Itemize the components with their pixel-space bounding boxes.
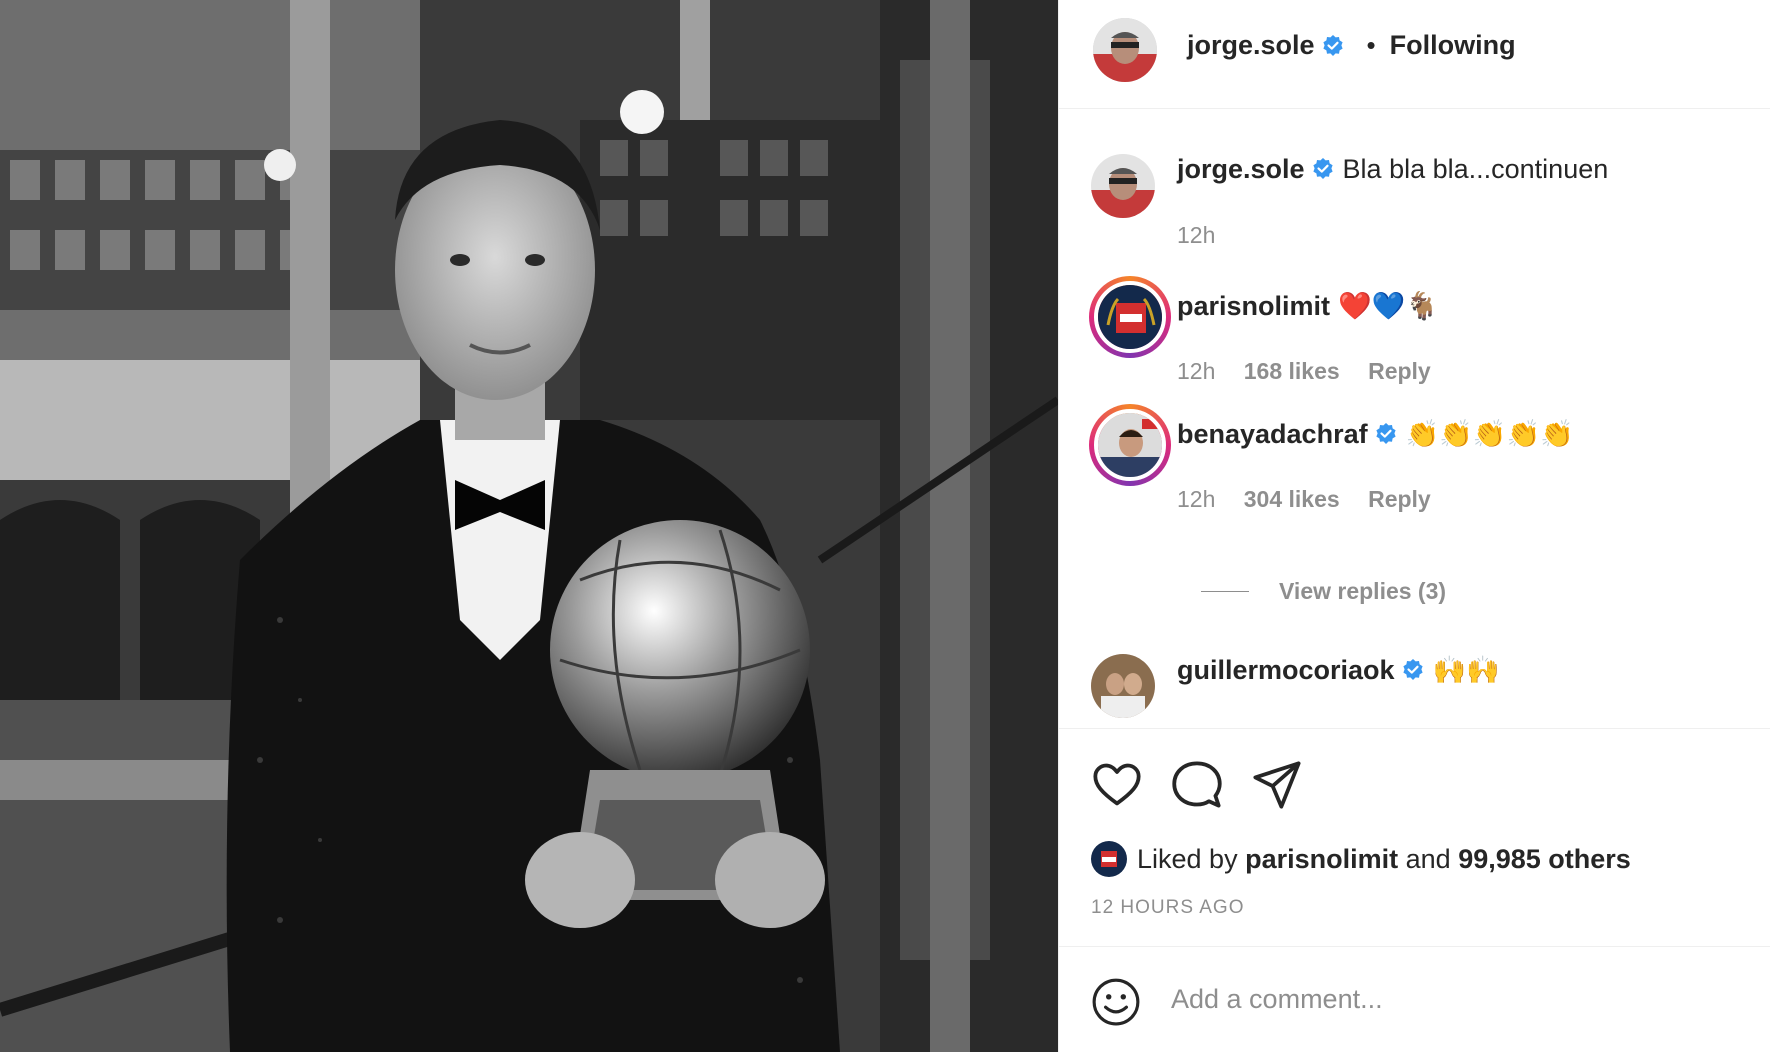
caption-time[interactable]: 12h [1177, 222, 1215, 248]
view-replies-line [1201, 591, 1249, 592]
comment-body: ❤️💙🐐 [1338, 291, 1439, 321]
caption-avatar[interactable] [1091, 154, 1155, 218]
emoji-icon[interactable] [1091, 977, 1141, 1027]
post-side-panel: jorge.sole • Following jorge.sole Bla bl… [1058, 0, 1770, 1052]
add-comment-bar [1059, 946, 1770, 1052]
liked-by-others[interactable]: 99,985 others [1458, 844, 1631, 875]
psg-logo-icon [1098, 285, 1162, 349]
commenter-username[interactable]: guillermocoriaok [1177, 655, 1395, 685]
comment-text-row: parisnolimit ❤️💙🐐 [1177, 290, 1439, 322]
commenter-avatar[interactable] [1091, 654, 1155, 718]
verified-badge-icon [1312, 158, 1333, 179]
verified-badge-icon [1322, 34, 1343, 56]
heart-icon[interactable] [1091, 759, 1143, 811]
verified-badge-icon [1402, 659, 1423, 680]
caption-username[interactable]: jorge.sole [1177, 154, 1305, 184]
liked-by-and: and [1405, 843, 1451, 874]
comment-body: 👏👏👏👏👏 [1405, 419, 1574, 449]
caption-body: Bla bla bla...continuen [1342, 154, 1609, 184]
reply-button[interactable]: Reply [1368, 358, 1431, 384]
comment-meta: 12h 168 likes Reply [1177, 358, 1453, 385]
commenter-username[interactable]: parisnolimit [1177, 291, 1330, 321]
caption-text-row: jorge.sole Bla bla bla...continuen [1177, 154, 1608, 185]
comment-likes[interactable]: 168 likes [1244, 358, 1340, 384]
post-timestamp[interactable]: 12 HOURS AGO [1091, 897, 1245, 919]
share-icon[interactable] [1251, 759, 1303, 811]
caption-avatar-image [1091, 154, 1155, 218]
comments-list[interactable]: jorge.sole Bla bla bla...continuen 12h p… [1059, 110, 1770, 728]
caption-meta: 12h [1177, 222, 1237, 249]
post-actions: Liked by parisnolimit and 99,985 others … [1059, 728, 1770, 946]
comment-time[interactable]: 12h [1177, 358, 1215, 384]
header-user-row: jorge.sole • Following [1187, 30, 1516, 61]
liked-by-row: Liked by parisnolimit and 99,985 others [1091, 841, 1631, 877]
commenter-avatar-inner [1094, 281, 1166, 353]
commenter-avatar[interactable] [1089, 276, 1171, 358]
comment-icon[interactable] [1171, 759, 1223, 811]
verified-badge-icon [1375, 423, 1396, 444]
commenter-username[interactable]: benayadachraf [1177, 419, 1368, 449]
commenter-avatar-inner [1094, 409, 1166, 481]
commenter-avatar-image [1098, 413, 1162, 477]
comment-body: 🙌🙌 [1432, 655, 1500, 685]
view-replies-label: View replies (3) [1279, 578, 1447, 604]
author-avatar[interactable] [1093, 18, 1157, 82]
comment-time[interactable]: 12h [1177, 486, 1215, 512]
header-separator: • [1366, 30, 1376, 60]
liked-by-user[interactable]: parisnolimit [1245, 844, 1398, 875]
comment-text-row: benayadachraf 👏👏👏👏👏 [1177, 418, 1574, 450]
comment-text-row: guillermocoriaok 🙌🙌 [1177, 654, 1500, 686]
reply-button[interactable]: Reply [1368, 486, 1431, 512]
following-button[interactable]: Following [1390, 30, 1516, 61]
commenter-avatar[interactable] [1089, 404, 1171, 486]
commenter-avatar-image [1091, 654, 1155, 718]
photo-illustration [0, 0, 1058, 1052]
post-photo [0, 0, 1058, 1052]
liked-by-prefix: Liked by [1137, 843, 1238, 874]
view-replies-button[interactable]: View replies (3) [1201, 578, 1446, 605]
author-avatar-image [1093, 18, 1157, 82]
comment-input[interactable] [1171, 971, 1731, 1027]
author-username[interactable]: jorge.sole [1187, 30, 1315, 61]
post-header: jorge.sole • Following [1059, 0, 1770, 109]
comment-likes[interactable]: 304 likes [1244, 486, 1340, 512]
comment-meta: 12h 304 likes Reply [1177, 486, 1453, 513]
liked-by-avatar-icon[interactable] [1091, 841, 1127, 877]
